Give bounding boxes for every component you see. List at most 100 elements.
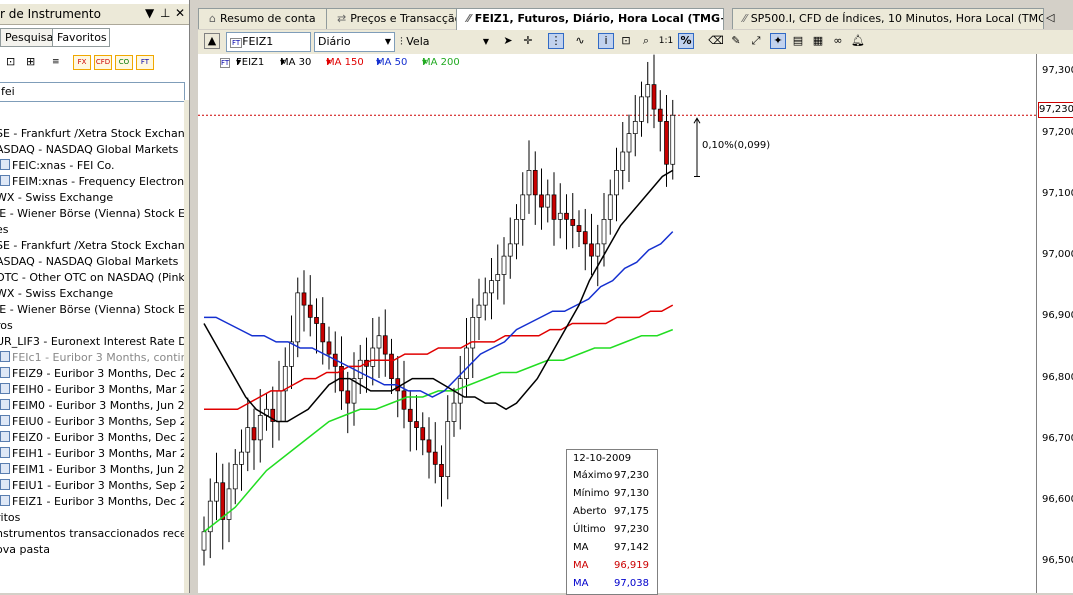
candle-body	[482, 292, 488, 306]
tab-precos[interactable]: ⇄ Preços e Transacção	[326, 8, 464, 29]
candle-body	[220, 482, 226, 520]
tree-item[interactable]: FEIC:xnas - FEI Co.	[0, 158, 115, 174]
filter-co-button[interactable]: CO	[115, 55, 133, 70]
draw-icon[interactable]: ✎	[728, 33, 744, 49]
info-date: 12-10-2009	[573, 453, 632, 464]
tree-item[interactable]: SE - Frankfurt /Xetra Stock Exchange	[0, 238, 190, 254]
tree-item[interactable]: FEIU1 - Euribor 3 Months, Sep 2011	[0, 478, 190, 494]
ratio-button[interactable]: 1:1	[658, 33, 674, 49]
tree-item[interactable]: nstrumentos transaccionados recentemente	[0, 526, 189, 542]
tab-label: FEIZ1, Futuros, Diário, Hora Local (TMG+…	[474, 12, 724, 25]
crosshair-icon[interactable]: ✛	[520, 33, 536, 49]
tree-item[interactable]: UR_LIF3 - Euronext Interest Rate Derivat…	[0, 334, 189, 350]
wave-icon[interactable]: ∿	[572, 33, 588, 49]
instrument-field[interactable]: FT FEIZ1	[226, 32, 311, 52]
tree-item[interactable]: WX - Swiss Exchange	[0, 286, 113, 302]
period-select[interactable]: Diário ▼	[314, 32, 395, 52]
tree-item[interactable]: OTC - Other OTC on NASDAQ (Pink Sheets	[0, 270, 189, 286]
tree-item[interactable]: es	[0, 222, 9, 238]
filter-fx-button[interactable]: FX	[73, 55, 91, 70]
tab-resumo-de-conta[interactable]: ⌂ Resumo de conta	[198, 8, 334, 29]
tree-item-label: UR_LIF3 - Euronext Interest Rate Derivat…	[0, 335, 189, 348]
candle-body	[651, 84, 657, 110]
cursor-icon[interactable]: ➤	[500, 33, 516, 49]
grid-icon[interactable]: ⊡	[6, 55, 15, 68]
candle-body	[401, 390, 407, 410]
tree-item[interactable]: WX - Swiss Exchange	[0, 190, 113, 206]
tree-item[interactable]: IE - Wiener Börse (Vienna) Stock Exchang…	[0, 302, 189, 318]
grid-toggle-icon[interactable]: ⋮	[548, 33, 564, 49]
tree-item[interactable]: IE - Wiener Börse (Vienna) Stock Exchang…	[0, 206, 189, 222]
y-tick-label: 96,500	[1042, 555, 1073, 567]
tab-pesquisar[interactable]: Pesquisar	[0, 28, 58, 47]
alert-bell-icon[interactable]: 🔔︎	[850, 33, 866, 49]
tree-item-label: FEIc1 - Euribor 3 Months, continuous	[12, 351, 189, 364]
tree-item[interactable]: FEIM:xnas - Frequency Electronics Inc.	[0, 174, 189, 190]
magnet-icon[interactable]: ✦	[770, 33, 786, 49]
tree-item-label: IE - Wiener Börse (Vienna) Stock Exchang…	[0, 303, 189, 316]
tree-item[interactable]: FEIH0 - Euribor 3 Months, Mar 2010	[0, 382, 189, 398]
tree-item-label: FEIH1 - Euribor 3 Months, Mar 2011	[12, 447, 190, 460]
tree-item[interactable]: ritos	[0, 510, 20, 526]
legend-symbol[interactable]: FEIZ1 ▾	[236, 57, 264, 68]
tree-item[interactable]: FEIM0 - Euribor 3 Months, Jun 2010	[0, 398, 189, 414]
candle-icon: ⫶	[400, 35, 403, 48]
tab-feiz1-chart[interactable]: ⁄⁄ FEIZ1, Futuros, Diário, Hora Local (TM…	[456, 8, 724, 30]
collapse-panel-button[interactable]: ▲	[204, 33, 220, 49]
candle-body	[576, 225, 582, 232]
candle-body	[532, 170, 538, 196]
info-icon[interactable]: i	[598, 33, 614, 49]
candle-body	[601, 219, 607, 245]
tab-favoritos[interactable]: Favoritos	[52, 28, 110, 47]
percent-icon[interactable]: %	[678, 33, 694, 49]
filter-ft-button[interactable]: FT	[136, 55, 154, 70]
close-icon[interactable]: ✕	[175, 6, 185, 20]
template-icon[interactable]: ▦	[810, 33, 826, 49]
instrument-search-input[interactable]: fei	[0, 82, 185, 102]
tree-item[interactable]: ros	[0, 318, 13, 334]
pin-icon[interactable]: ⊥	[160, 6, 170, 20]
link-icon[interactable]: ∞	[830, 33, 846, 49]
zoom-icon[interactable]: ⌕	[638, 33, 654, 49]
legend-ma50[interactable]: MA 50 ▾	[376, 57, 407, 68]
tree-item[interactable]: FEIZ1 - Euribor 3 Months, Dec 2011	[0, 494, 189, 510]
tree-item[interactable]: FEIZ0 - Euribor 3 Months, Dec 2010	[0, 430, 189, 446]
tree-item[interactable]: SE - Frankfurt /Xetra Stock Exchange	[0, 126, 189, 142]
tree-item-label: FEIU1 - Euribor 3 Months, Sep 2011	[12, 479, 190, 492]
tab-sp500-chart[interactable]: ⁄⁄ SP500.I, CFD de Índices, 10 Minutos, H…	[732, 8, 1044, 29]
candle-body	[276, 390, 282, 422]
legend-ma200[interactable]: MA 200 ▾	[422, 57, 460, 68]
tree-item[interactable]: FEIc1 - Euribor 3 Months, continuous	[0, 350, 189, 366]
tree-item[interactable]: ova pasta	[0, 542, 50, 558]
tree-item[interactable]: ASDAQ - NASDAQ Global Markets	[0, 142, 178, 158]
legend-ma150[interactable]: MA 150 ▾	[326, 57, 364, 68]
panel-title: r de Instrumento	[0, 7, 101, 21]
tree-item-label: IE - Wiener Börse (Vienna) Stock Exchang…	[0, 207, 189, 220]
tree-item[interactable]: ASDAQ - NASDAQ Global Markets	[0, 254, 178, 270]
candle-body	[526, 170, 532, 196]
chart-type-select[interactable]: ⫶ Vela ▼	[400, 33, 492, 51]
expand-icon[interactable]: ⤢	[748, 33, 764, 49]
list-icon[interactable]: ≡	[52, 57, 60, 67]
layers-icon[interactable]: ▤	[790, 33, 806, 49]
dropdown-icon[interactable]: ▼	[145, 6, 154, 20]
scroll-tabs-left-icon[interactable]: ◁	[1046, 11, 1054, 24]
info-row: Último 97,230	[573, 524, 653, 540]
candle-body	[420, 427, 426, 441]
eraser-icon[interactable]: ⌫	[708, 33, 724, 49]
filter-icon[interactable]: ⊞	[26, 55, 35, 68]
candle-body	[620, 151, 626, 171]
legend-ma30[interactable]: MA 30 ▾	[280, 57, 311, 68]
instrument-icon	[0, 431, 10, 442]
tree-item[interactable]: FEIZ9 - Euribor 3 Months, Dec 2009	[0, 366, 189, 382]
tree-item-label: nstrumentos transaccionados recentemente	[0, 527, 189, 540]
tree-item-label: SE - Frankfurt /Xetra Stock Exchange	[0, 239, 190, 252]
tree-item[interactable]: FEIM1 - Euribor 3 Months, Jun 2011	[0, 462, 189, 478]
tree-item[interactable]: FEIH1 - Euribor 3 Months, Mar 2011	[0, 446, 190, 462]
zoom-box-icon[interactable]: ⊡	[618, 33, 634, 49]
panel-scrollbar[interactable]	[184, 100, 189, 593]
filter-cfd-button[interactable]: CFD	[94, 55, 112, 70]
tree-item[interactable]: FEIU0 - Euribor 3 Months, Sep 2010	[0, 414, 189, 430]
candle-body	[289, 341, 294, 367]
info-value: 97,175	[614, 506, 649, 517]
